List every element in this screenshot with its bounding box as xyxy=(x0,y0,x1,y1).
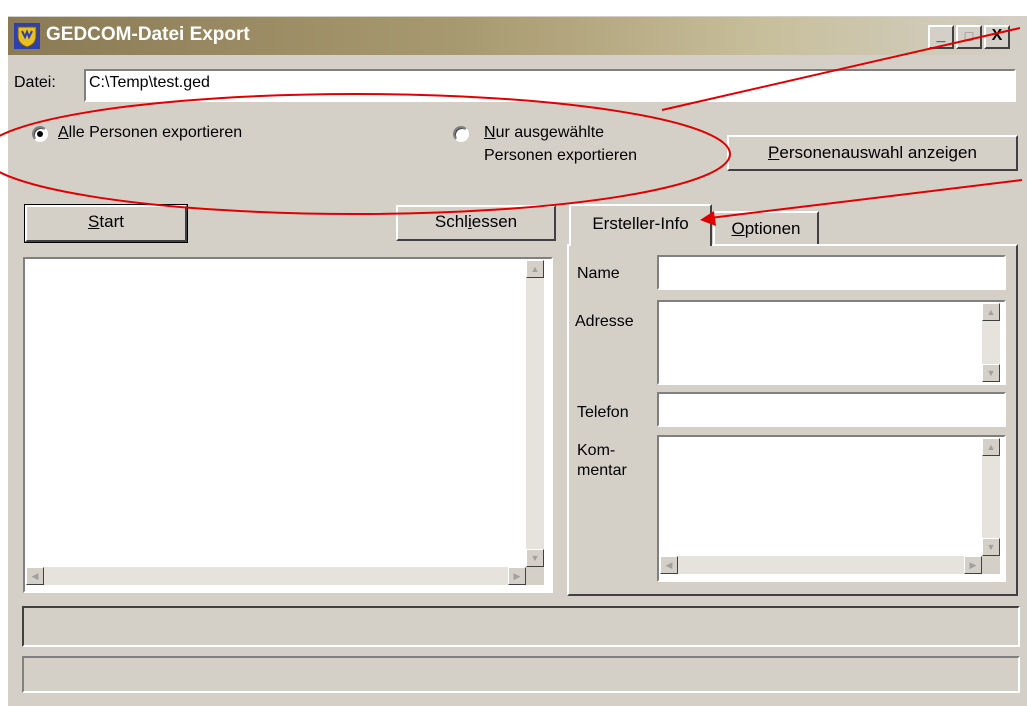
window-title: GEDCOM-Datei Export xyxy=(46,24,250,45)
minimize-button[interactable]: _ xyxy=(928,25,954,49)
log-horizontal-scrollbar[interactable]: ◀ ▶ xyxy=(26,567,526,585)
export-log-listbox[interactable]: ▲ ▼ ◀ ▶ xyxy=(23,257,553,593)
scroll-up-arrow-icon[interactable]: ▲ xyxy=(982,438,1000,456)
scroll-down-arrow-icon[interactable]: ▼ xyxy=(982,538,1000,556)
file-label: Datei: xyxy=(14,74,56,91)
comment-textarea[interactable]: ▲ ▼ ◀ ▶ xyxy=(657,435,1006,582)
tab-creator-info[interactable]: Ersteller-Info xyxy=(569,204,712,246)
tab-options[interactable]: Optionen xyxy=(713,211,819,244)
start-button[interactable]: Start xyxy=(24,204,188,243)
comment-vertical-scrollbar[interactable]: ▲ ▼ xyxy=(982,438,1000,556)
file-path-value: C:\Temp\test.ged xyxy=(89,74,210,91)
phone-input[interactable] xyxy=(657,392,1006,427)
show-person-selection-button[interactable]: Personenauswahl anzeigen xyxy=(727,135,1018,171)
radio-selected-persons[interactable] xyxy=(453,126,469,142)
radio-selected-dot xyxy=(37,131,43,137)
name-input[interactable] xyxy=(657,255,1006,290)
scroll-left-arrow-icon[interactable]: ◀ xyxy=(660,556,678,574)
address-vertical-scrollbar[interactable]: ▲ ▼ xyxy=(982,303,1000,382)
progress-bar xyxy=(22,606,1020,647)
comment-horizontal-scrollbar[interactable]: ◀ ▶ xyxy=(660,556,982,574)
close-button[interactable]: X xyxy=(984,25,1010,49)
scroll-left-arrow-icon[interactable]: ◀ xyxy=(26,567,44,585)
maximize-button[interactable]: □ xyxy=(956,25,982,49)
radio-all-persons[interactable] xyxy=(32,126,48,142)
log-vertical-scrollbar[interactable]: ▲ ▼ xyxy=(526,260,544,567)
address-textarea[interactable]: ▲ ▼ xyxy=(657,300,1006,385)
close-dialog-button[interactable]: Schliessen xyxy=(396,205,556,241)
phone-label: Telefon xyxy=(577,404,629,421)
scroll-corner xyxy=(526,567,544,585)
status-bar xyxy=(22,656,1020,693)
radio-selected-persons-label[interactable]: Nur ausgewählte Personen exportieren xyxy=(484,121,637,167)
scroll-down-arrow-icon[interactable]: ▼ xyxy=(526,549,544,567)
scroll-down-arrow-icon[interactable]: ▼ xyxy=(982,364,1000,382)
title-bar[interactable]: GEDCOM-Datei Export _ □ X xyxy=(8,17,1027,55)
scroll-right-arrow-icon[interactable]: ▶ xyxy=(964,556,982,574)
scroll-right-arrow-icon[interactable]: ▶ xyxy=(508,567,526,585)
address-label: Adresse xyxy=(575,313,634,330)
app-logo-icon xyxy=(14,23,40,49)
scroll-corner xyxy=(982,556,1000,574)
name-label: Name xyxy=(577,265,620,282)
file-path-input[interactable]: C:\Temp\test.ged xyxy=(84,69,1016,102)
comment-label: Kom-mentar xyxy=(577,442,627,479)
radio-all-persons-label[interactable]: Alle Personen exportieren xyxy=(58,124,242,142)
scroll-up-arrow-icon[interactable]: ▲ xyxy=(982,303,1000,321)
scroll-up-arrow-icon[interactable]: ▲ xyxy=(526,260,544,278)
